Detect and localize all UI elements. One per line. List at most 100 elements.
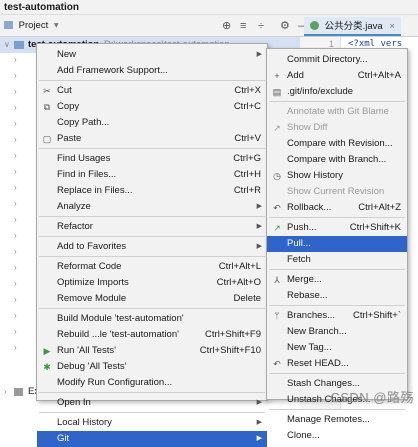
- context-menu-item-label: New: [57, 49, 77, 60]
- context-menu-item-refactor[interactable]: Refactor ▶: [37, 219, 267, 235]
- menu-separator: [269, 269, 405, 270]
- git-menu-item-label: Push...: [287, 222, 317, 233]
- paste-icon: ▢: [42, 134, 52, 144]
- shortcut-label: Ctrl+Shift+`: [352, 310, 401, 321]
- push-icon: ↗: [273, 223, 281, 233]
- context-menu-item-label: Debug 'All Tests': [57, 361, 127, 372]
- context-menu-item-label: Reformat Code: [57, 261, 122, 272]
- context-menu-item-label: Optimize Imports: [57, 277, 129, 288]
- context-menu-item-add-to-favorites[interactable]: Add to Favorites ▶: [37, 239, 267, 255]
- copy-icon: ⧉: [43, 102, 51, 112]
- context-menu-item-git[interactable]: Git ▶: [37, 431, 267, 447]
- context-menu-item-label: Copy: [57, 101, 80, 112]
- git-menu-item-branches[interactable]: ᛘ Branches... Ctrl+Shift+`: [267, 308, 407, 324]
- context-menu-item-label: Paste: [57, 133, 82, 144]
- git-menu-item-label: Compare with Branch...: [287, 154, 387, 165]
- git-menu-item-merge[interactable]: ⅄ Merge...: [267, 272, 407, 288]
- git-menu-item-compare-with-branch[interactable]: Compare with Branch...: [267, 152, 407, 168]
- chevron-right-icon[interactable]: ›: [14, 295, 17, 304]
- git-menu-item-label: Show Current Revision: [287, 186, 385, 197]
- chevron-right-icon[interactable]: ›: [14, 247, 17, 256]
- git-menu-item-fetch[interactable]: Fetch: [267, 252, 407, 268]
- submenu-arrow-icon: ▶: [256, 419, 262, 426]
- git-menu-item-clone[interactable]: Clone...: [267, 428, 407, 444]
- chevron-right-icon[interactable]: ›: [14, 71, 17, 80]
- chevron-right-icon[interactable]: ›: [14, 183, 17, 192]
- shortcut-label: Ctrl+C: [233, 101, 261, 112]
- context-menu-item-open-in[interactable]: Open In ▶: [37, 395, 267, 411]
- git-menu-item-rebase[interactable]: Rebase...: [267, 288, 407, 304]
- git-menu-item-new-branch[interactable]: New Branch...: [267, 324, 407, 340]
- chevron-right-icon[interactable]: ›: [14, 103, 17, 112]
- collapse-icon[interactable]: ≡: [240, 19, 246, 33]
- java-file-icon: [310, 21, 319, 30]
- context-menu-item-label: Run 'All Tests': [57, 345, 116, 356]
- chevron-right-icon[interactable]: ›: [14, 343, 17, 352]
- context-menu-item-cut[interactable]: ✂ Cut Ctrl+X: [37, 83, 267, 99]
- git-menu-item-commit-directory[interactable]: Commit Directory...: [267, 52, 407, 68]
- submenu-arrow-icon: ▶: [256, 435, 262, 442]
- context-menu-item-paste[interactable]: ▢ Paste Ctrl+V: [37, 131, 267, 147]
- chevron-right-icon[interactable]: ›: [4, 384, 7, 400]
- chevron-right-icon[interactable]: ›: [14, 263, 17, 272]
- chevron-right-icon[interactable]: ›: [14, 327, 17, 336]
- context-menu-item-new[interactable]: New ▶: [37, 47, 267, 63]
- git-menu-item-label: Reset HEAD...: [287, 358, 349, 369]
- git-menu-item-manage-remotes[interactable]: Manage Remotes...: [267, 412, 407, 428]
- context-menu-item-reformat-code[interactable]: Reformat Code Ctrl+Alt+L: [37, 259, 267, 275]
- git-menu-item-compare-with-revision[interactable]: Compare with Revision...: [267, 136, 407, 152]
- git-submenu: Commit Directory... + Add Ctrl+Alt+A ▤ .git/i…: [266, 48, 408, 441]
- settings-icon[interactable]: ⚙: [280, 19, 290, 33]
- context-menu-item-build-module-test-automation[interactable]: Build Module 'test-automation': [37, 311, 267, 327]
- context-menu-item-remove-module[interactable]: Remove Module Delete: [37, 291, 267, 307]
- git-menu-item-rollback[interactable]: ↶ Rollback... Ctrl+Alt+Z: [267, 200, 407, 216]
- context-menu-item-find-usages[interactable]: Find Usages Ctrl+G: [37, 151, 267, 167]
- chevron-right-icon[interactable]: ›: [14, 55, 17, 64]
- context-menu-item-modify-run-configuration[interactable]: Modify Run Configuration...: [37, 375, 267, 391]
- chevron-right-icon[interactable]: ›: [14, 231, 17, 240]
- project-view-selector[interactable]: Project ▾: [4, 19, 59, 33]
- context-menu-item-rebuild-le-test-automation[interactable]: Rebuild ...le 'test-automation' Ctrl+Shif…: [37, 327, 267, 343]
- chevron-right-icon[interactable]: ›: [14, 167, 17, 176]
- context-menu-item-copy-path[interactable]: Copy Path...: [37, 115, 267, 131]
- git-menu-item-annotate-with-git-blame: Annotate with Git Blame: [267, 104, 407, 120]
- context-menu-item-copy[interactable]: ⧉ Copy Ctrl+C: [37, 99, 267, 115]
- context-menu-item-replace-in-files[interactable]: Replace in Files... Ctrl+R: [37, 183, 267, 199]
- context-menu-item-run-all-tests[interactable]: ▶ Run 'All Tests' Ctrl+Shift+F10: [37, 343, 267, 359]
- debug-all-tests-icon: ✱: [43, 362, 51, 372]
- context-menu-item-analyze[interactable]: Analyze ▶: [37, 199, 267, 215]
- context-menu-item-label: Cut: [57, 85, 72, 96]
- git-menu-item-add[interactable]: + Add Ctrl+Alt+A: [267, 68, 407, 84]
- chevron-right-icon[interactable]: ›: [14, 215, 17, 224]
- menu-separator: [39, 148, 265, 149]
- chevron-right-icon[interactable]: ›: [14, 87, 17, 96]
- expand-icon[interactable]: ÷: [258, 19, 264, 33]
- git-menu-item-show-history[interactable]: ◷ Show History: [267, 168, 407, 184]
- shortcut-label: Ctrl+R: [233, 185, 261, 196]
- git-menu-item-push[interactable]: ↗ Push... Ctrl+Shift+K: [267, 220, 407, 236]
- context-menu-item-local-history[interactable]: Local History ▶: [37, 415, 267, 431]
- branches-icon: ᛘ: [274, 311, 280, 321]
- git-menu-item-reset-head[interactable]: ↶ Reset HEAD...: [267, 356, 407, 372]
- context-menu-item-label: Refactor: [57, 221, 93, 232]
- chevron-right-icon[interactable]: ›: [14, 199, 17, 208]
- git-menu-item-pull[interactable]: Pull...: [267, 236, 407, 252]
- context-menu-item-add-framework-support[interactable]: Add Framework Support...: [37, 63, 267, 79]
- context-menu-item-label: Add to Favorites: [57, 241, 127, 252]
- target-icon[interactable]: ⊕: [222, 19, 231, 33]
- git-menu-item-label: Fetch: [287, 254, 311, 265]
- chevron-right-icon[interactable]: ›: [14, 119, 17, 128]
- close-icon[interactable]: ×: [389, 21, 395, 32]
- chevron-right-icon[interactable]: ›: [14, 311, 17, 320]
- context-menu-item-debug-all-tests[interactable]: ✱ Debug 'All Tests': [37, 359, 267, 375]
- git-menu-item-new-tag[interactable]: New Tag...: [267, 340, 407, 356]
- chevron-right-icon[interactable]: ›: [14, 151, 17, 160]
- editor-tab[interactable]: 公共分类.java ×: [304, 17, 401, 36]
- chevron-down-icon[interactable]: ∨: [4, 37, 10, 53]
- context-menu-item-find-in-files[interactable]: Find in Files... Ctrl+H: [37, 167, 267, 183]
- context-menu-item-optimize-imports[interactable]: Optimize Imports Ctrl+Alt+O: [37, 275, 267, 291]
- chevron-right-icon[interactable]: ›: [14, 279, 17, 288]
- chevron-right-icon[interactable]: ›: [14, 135, 17, 144]
- git-menu-item-git-info-exclude[interactable]: ▤ .git/info/exclude: [267, 84, 407, 100]
- git-menu-item-label: Clone...: [287, 430, 320, 441]
